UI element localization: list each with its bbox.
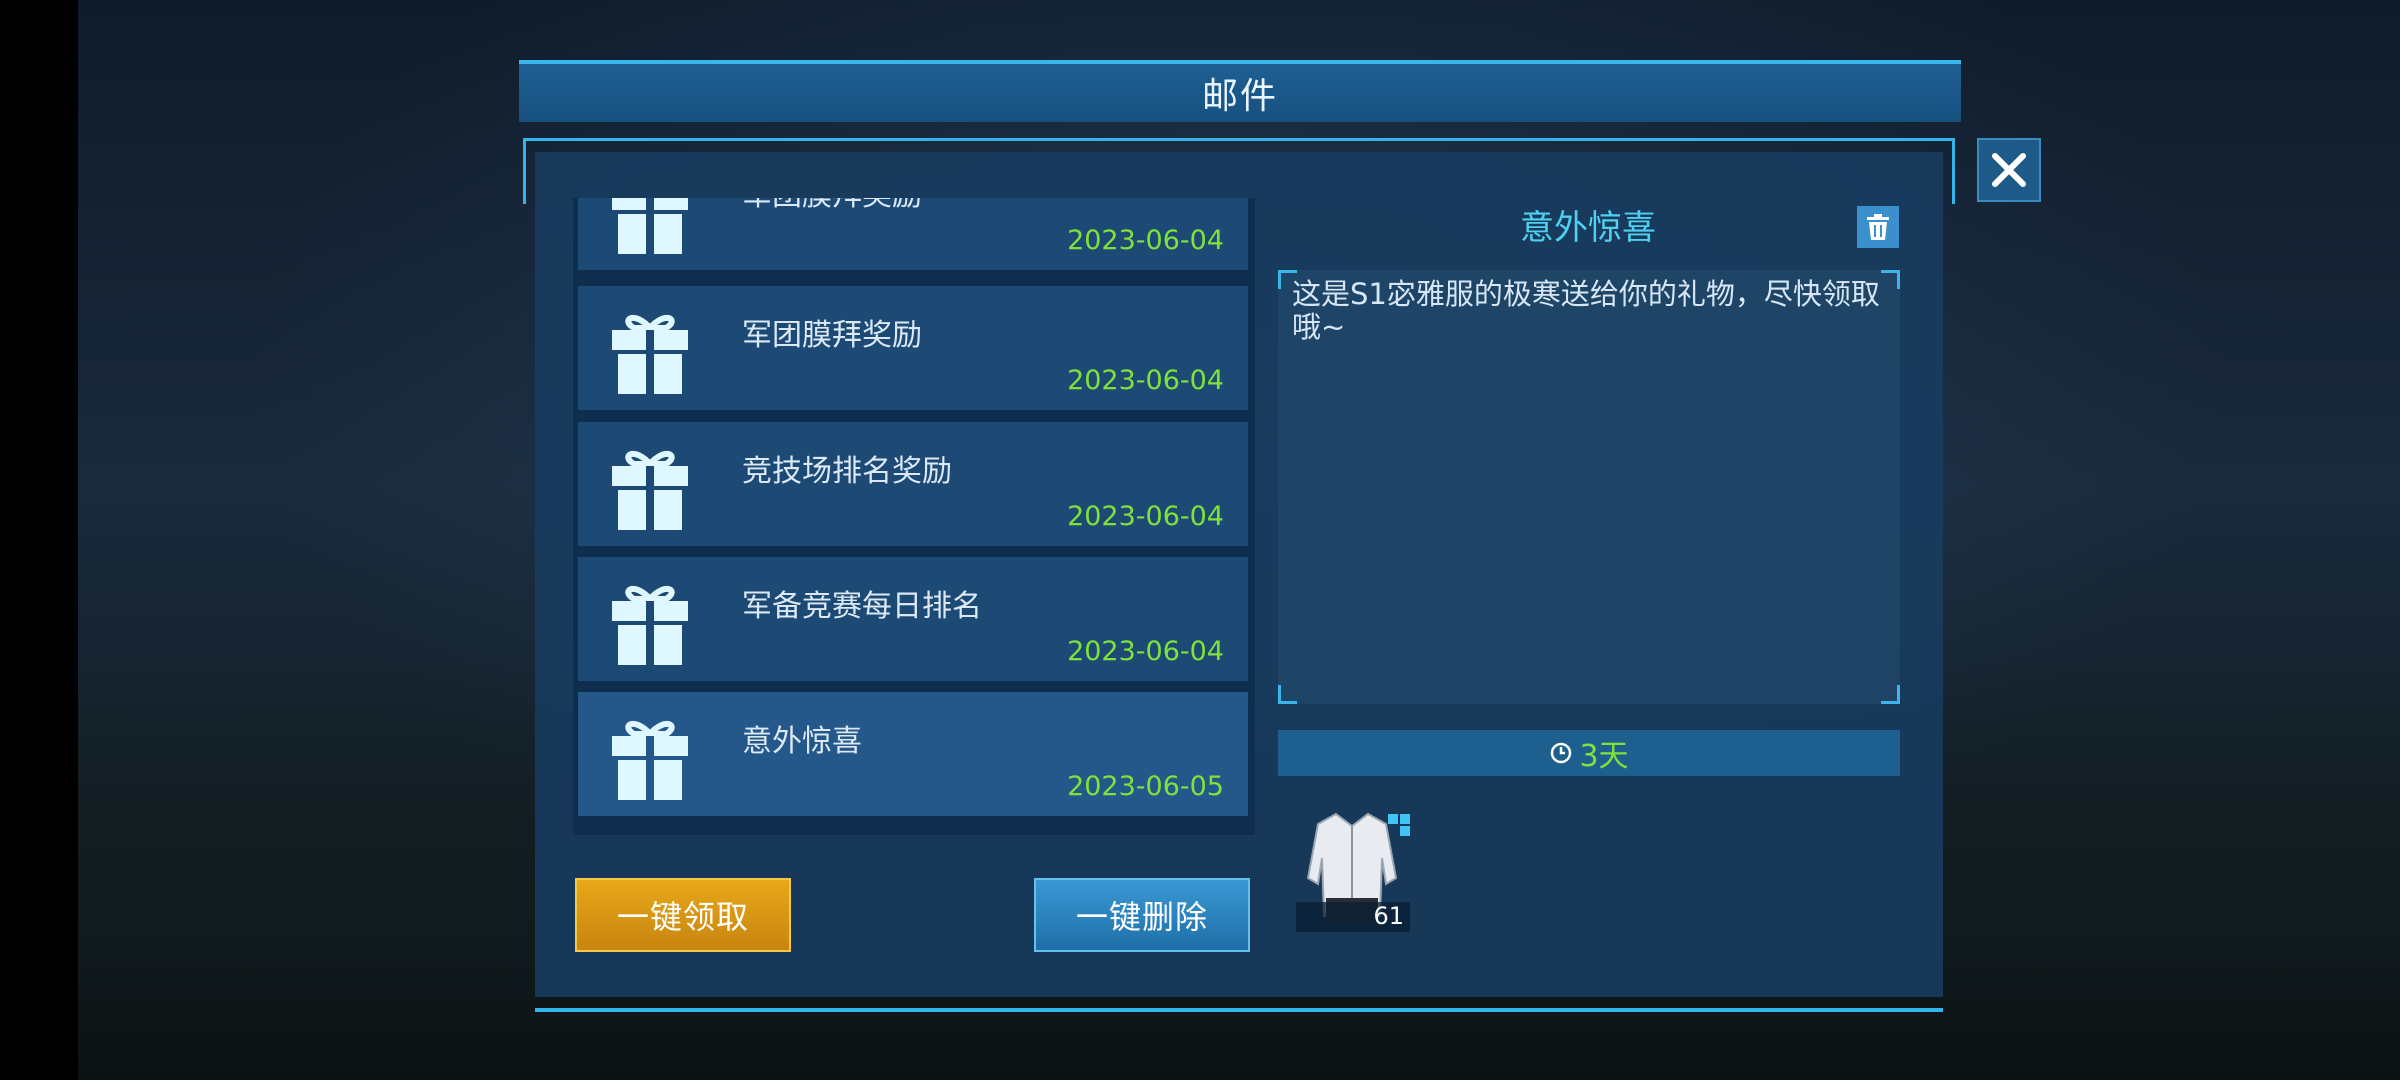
expire-text: 3天 xyxy=(1579,739,1629,774)
dialog-frame-bottom xyxy=(535,1008,1943,1012)
mail-name: 军团膜拜奖励 xyxy=(742,318,922,353)
dialog-title: 邮件 xyxy=(1201,76,1278,117)
mail-item[interactable]: 竞技场排名奖励 2023-06-04 xyxy=(578,422,1248,546)
mail-date: 2023-06-04 xyxy=(1067,636,1224,667)
attachment-count: 61 xyxy=(1373,902,1404,930)
claim-all-label: 一键领取 xyxy=(616,898,749,936)
delete-all-label: 一键删除 xyxy=(1075,898,1208,936)
message-box: 这是S1宓雅服的极寒送给你的礼物，尽快领取哦~ xyxy=(1278,270,1900,704)
mail-detail-title: 意外惊喜 xyxy=(1520,208,1656,248)
gift-icon xyxy=(612,314,688,394)
trash-icon xyxy=(1867,214,1889,240)
close-button[interactable] xyxy=(1977,138,2041,202)
mail-date: 2023-06-04 xyxy=(1067,225,1224,256)
frame-corner xyxy=(1881,270,1900,289)
mail-name: 军团膜拜奖励 xyxy=(742,198,922,214)
delete-all-button[interactable]: 一键删除 xyxy=(1034,878,1250,952)
frame-corner xyxy=(1278,685,1297,704)
gift-icon xyxy=(612,450,688,530)
message-text: 这是S1宓雅服的极寒送给你的礼物，尽快领取哦~ xyxy=(1292,277,1880,344)
mail-date: 2023-06-04 xyxy=(1067,501,1224,532)
frame-corner xyxy=(1881,685,1900,704)
quality-badge-icon xyxy=(1388,814,1410,836)
mail-item[interactable]: 军备竞赛每日排名 2023-06-04 xyxy=(578,557,1248,681)
mail-date: 2023-06-04 xyxy=(1067,365,1224,396)
attachment-item[interactable]: 61 xyxy=(1296,808,1410,932)
dialog-title-bar: 邮件 xyxy=(519,60,1961,122)
clock-icon xyxy=(1551,742,1572,764)
gift-icon xyxy=(612,720,688,800)
mail-item[interactable]: 军团膜拜奖励 2023-06-04 xyxy=(578,286,1248,410)
mail-list[interactable]: 军团膜拜奖励 2023-06-04 军团膜拜奖励 2023-06-04 竞技场排… xyxy=(573,198,1255,835)
mail-item[interactable]: 军团膜拜奖励 2023-06-04 xyxy=(578,198,1248,270)
gift-icon xyxy=(612,198,688,254)
left-black-bar xyxy=(0,0,78,1080)
mail-name: 竞技场排名奖励 xyxy=(742,454,952,489)
claim-all-button[interactable]: 一键领取 xyxy=(575,878,791,952)
delete-mail-button[interactable] xyxy=(1857,206,1899,248)
expire-bar: 3天 xyxy=(1278,730,1900,776)
mail-name: 意外惊喜 xyxy=(742,724,862,759)
gift-icon xyxy=(612,585,688,665)
mail-item-selected[interactable]: 意外惊喜 2023-06-05 xyxy=(578,692,1248,816)
close-icon xyxy=(1992,153,2026,187)
mail-date: 2023-06-05 xyxy=(1067,771,1224,802)
mail-name: 军备竞赛每日排名 xyxy=(742,589,982,624)
